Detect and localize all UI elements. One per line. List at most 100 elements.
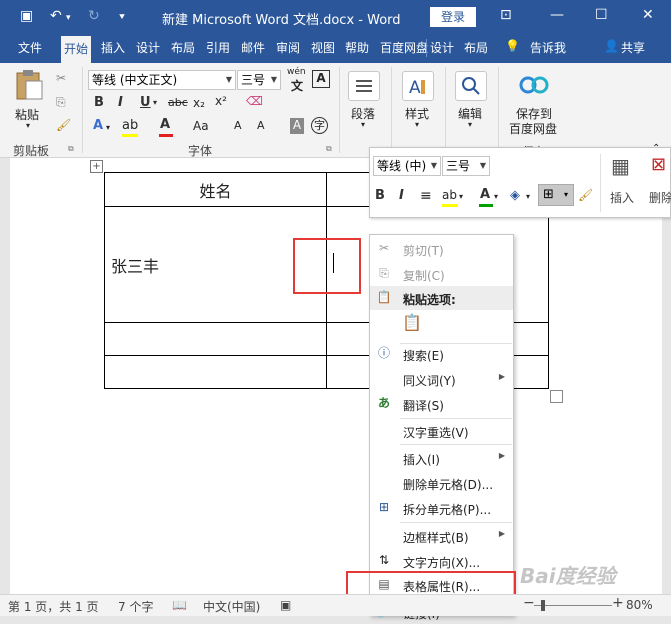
underline-dropdown-icon[interactable]: ▾	[153, 98, 157, 107]
mini-format-painter-icon[interactable]: 🖌	[578, 188, 593, 202]
undo-dropdown-icon[interactable]: ▾	[66, 13, 71, 23]
zoom-slider-thumb[interactable]	[541, 600, 545, 611]
superscript-icon[interactable]: x²	[215, 94, 227, 108]
insert-table-icon[interactable]: ▦	[611, 154, 630, 178]
mini-font-color-icon[interactable]: A	[480, 187, 490, 202]
mini-align-center-icon[interactable]: ≡	[420, 188, 432, 204]
clipboard-launcher-icon[interactable]: ⧉	[68, 144, 74, 154]
tell-me-box[interactable]: 告诉我	[530, 39, 566, 56]
strikethrough-icon[interactable]: abc	[168, 96, 188, 109]
delete-table-icon[interactable]: ⊠	[651, 154, 666, 175]
tab-design[interactable]: 设计	[136, 39, 160, 56]
document-page[interactable]: + 姓名 张三丰	[10, 158, 662, 594]
menu-item-cut[interactable]: ✂ 剪切(T)	[370, 237, 513, 261]
highlight-icon[interactable]: ab	[122, 118, 138, 133]
tab-insert[interactable]: 插入	[101, 39, 125, 56]
mini-highlight-icon[interactable]: ab	[442, 188, 457, 202]
menu-item-reconvert[interactable]: 汉字重选(V)	[370, 419, 513, 443]
close-icon[interactable]: ✕	[642, 7, 654, 23]
mini-font-color-dropdown-icon[interactable]: ▾	[494, 192, 498, 201]
mini-shading-dropdown-icon[interactable]: ▾	[526, 192, 530, 201]
table-resize-handle[interactable]	[550, 390, 563, 403]
cut-icon[interactable]: ✂	[56, 71, 66, 85]
mini-borders-button[interactable]: ⊞ ▾	[538, 184, 574, 206]
customize-quick-access-icon[interactable]: ⯆	[118, 12, 126, 23]
table-cell[interactable]	[104, 355, 327, 389]
share-button[interactable]: 共享	[621, 39, 645, 56]
font-launcher-icon[interactable]: ⧉	[326, 144, 332, 154]
zoom-level[interactable]: 80%	[626, 598, 653, 612]
baidu-netdisk-icon[interactable]	[519, 71, 549, 97]
menu-item-synonyms[interactable]: 同义词(Y) ▶	[370, 367, 513, 391]
language[interactable]: 中文(中国)	[203, 598, 260, 615]
macro-icon[interactable]: ▣	[280, 598, 291, 612]
paste-icon[interactable]	[14, 69, 46, 100]
minimize-icon[interactable]: —	[550, 7, 564, 23]
mini-delete-button[interactable]: 删除	[649, 189, 671, 206]
editing-icon[interactable]	[455, 71, 487, 101]
menu-item-delete-cells[interactable]: 删除单元格(D)...	[370, 471, 513, 495]
tab-table-layout[interactable]: 布局	[464, 39, 488, 56]
menu-item-search[interactable]: ⓘ 搜索(E)	[370, 342, 513, 366]
styles-icon[interactable]: A	[402, 71, 434, 101]
undo-icon[interactable]: ↶	[50, 8, 62, 24]
mini-italic-icon[interactable]: I	[399, 188, 404, 203]
font-color-icon[interactable]: A	[160, 117, 170, 132]
bold-icon[interactable]: B	[94, 95, 104, 110]
tab-home[interactable]: 开始	[61, 36, 92, 63]
tab-table-design[interactable]: 设计	[430, 39, 454, 56]
menu-item-text-direction[interactable]: ⇅ 文字方向(X)...	[370, 549, 513, 573]
text-effects-icon[interactable]: A	[93, 118, 103, 133]
tab-view[interactable]: 视图	[311, 39, 335, 56]
share-icon[interactable]: 👤	[604, 39, 619, 53]
maximize-icon[interactable]: ☐	[595, 7, 608, 23]
menu-item-paste-keep-text[interactable]: 📋	[370, 311, 513, 341]
text-effects-dropdown-icon[interactable]: ▾	[106, 123, 110, 132]
clear-formatting-icon[interactable]: ⌫	[246, 94, 263, 108]
change-case-icon[interactable]: Aa	[193, 119, 209, 133]
table-cell-header[interactable]: 姓名	[104, 172, 327, 207]
shrink-font-icon[interactable]: A	[257, 119, 265, 132]
grow-font-icon[interactable]: A	[234, 119, 242, 132]
tab-review[interactable]: 审阅	[276, 39, 300, 56]
mini-shading-icon[interactable]: ◈	[510, 188, 520, 203]
mini-insert-button[interactable]: 插入	[610, 189, 634, 206]
zoom-out-icon[interactable]: −	[523, 595, 535, 611]
tab-mailings[interactable]: 邮件	[241, 39, 265, 56]
menu-item-insert[interactable]: 插入(I) ▶	[370, 446, 513, 470]
menu-item-split-cells[interactable]: ⊞ 拆分单元格(P)...	[370, 496, 513, 520]
enclose-char-icon[interactable]: 字	[311, 117, 328, 134]
format-painter-icon[interactable]: 🖌	[56, 118, 71, 132]
baidu-save-line2[interactable]: 百度网盘	[509, 120, 557, 137]
menu-item-copy[interactable]: ⎘ 复制(C)	[370, 262, 513, 286]
phonetic-guide-icon[interactable]: wén	[287, 67, 306, 77]
tab-file[interactable]: 文件	[18, 39, 42, 56]
font-size-combo[interactable]: 三号 ▼	[237, 70, 281, 90]
paste-dropdown-icon[interactable]: ▾	[26, 121, 30, 130]
menu-item-translate[interactable]: あ 翻译(S)	[370, 392, 513, 416]
menu-item-border-styles[interactable]: 边框样式(B) ▶	[370, 524, 513, 548]
subscript-icon[interactable]: x₂	[193, 96, 205, 110]
table-cell[interactable]	[104, 322, 327, 356]
table-move-handle-icon[interactable]: +	[90, 160, 103, 173]
tab-baidu-netdisk[interactable]: 百度网盘	[380, 39, 428, 56]
tab-help[interactable]: 帮助	[345, 39, 369, 56]
word-count[interactable]: 7 个字	[118, 598, 153, 615]
mini-size-combo[interactable]: 三号 ▼	[442, 156, 490, 176]
login-button[interactable]: 登录	[430, 7, 476, 27]
font-name-combo[interactable]: 等线 (中文正文) ▼	[88, 70, 236, 90]
page-count[interactable]: 第 1 页，共 1 页	[8, 598, 99, 615]
mini-highlight-dropdown-icon[interactable]: ▾	[459, 192, 463, 201]
mini-font-combo[interactable]: 等线 (中) ▼	[373, 156, 441, 176]
ribbon-display-options-icon[interactable]: ⊡	[500, 7, 512, 23]
editing-dropdown-icon[interactable]: ▾	[468, 120, 472, 129]
char-border-icon[interactable]: A	[312, 70, 330, 88]
paragraph-icon[interactable]	[348, 71, 380, 101]
char-shading-icon[interactable]: A	[290, 118, 304, 134]
zoom-in-icon[interactable]: +	[612, 595, 624, 611]
copy-icon[interactable]: ⎘	[56, 95, 66, 110]
zoom-slider[interactable]	[534, 605, 612, 606]
tab-references[interactable]: 引用	[206, 39, 230, 56]
mini-bold-icon[interactable]: B	[375, 188, 385, 203]
underline-icon[interactable]: U	[140, 95, 151, 110]
